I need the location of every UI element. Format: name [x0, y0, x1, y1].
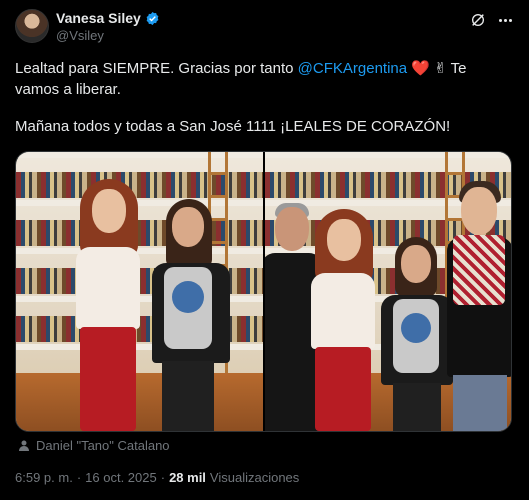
post-text-segment: Lealtad para SIEMPRE. Gracias por tanto [15, 60, 298, 77]
person-tag-icon [19, 440, 29, 451]
post-time[interactable]: 6:59 p. m. [15, 470, 73, 485]
meta-separator: · [160, 470, 166, 485]
post-line-3: Mañana todos y todas a San José 1111 ¡LE… [15, 118, 451, 135]
person-figure [379, 219, 455, 431]
grok-icon[interactable] [470, 12, 486, 28]
person-figure [303, 191, 383, 431]
post-text-segment: Te [446, 60, 467, 77]
person-figure [148, 181, 232, 431]
tweet-card: Vanesa Siley @Vsiley Lealtad para SIEMPR… [0, 0, 529, 500]
post-line-1: Lealtad para SIEMPRE. Gracias por tanto … [15, 58, 515, 79]
avatar[interactable] [15, 9, 49, 43]
author-handle[interactable]: @Vsiley [56, 28, 104, 43]
mention-link[interactable]: @CFKArgentina [298, 60, 407, 77]
verified-badge-icon [146, 11, 159, 25]
views-label: Visualizaciones [209, 470, 300, 485]
post-text: Lealtad para SIEMPRE. Gracias por tanto … [15, 58, 515, 137]
person-figure [445, 169, 511, 431]
person-figure [68, 169, 148, 431]
photo-1[interactable] [16, 152, 263, 431]
heart-emoji: ❤️ [411, 60, 430, 77]
views-count: 28 mil [169, 470, 206, 485]
author-name-row: Vanesa Siley [56, 10, 160, 26]
post-line-2: vamos a liberar. [15, 81, 121, 98]
victory-emoji: ✌ [434, 60, 447, 77]
tagged-user-name[interactable]: Daniel "Tano" Catalano [36, 438, 170, 453]
media-grid [15, 151, 512, 432]
post-date[interactable]: 16 oct. 2025 [85, 470, 157, 485]
author-display-name[interactable]: Vanesa Siley [56, 10, 141, 26]
tagged-user-row[interactable]: Daniel "Tano" Catalano [18, 438, 170, 453]
photo-2[interactable] [265, 152, 511, 431]
meta-separator: · [76, 470, 82, 485]
post-meta: 6:59 p. m. · 16 oct. 2025 · 28 mil Visua… [15, 470, 299, 485]
more-icon[interactable] [495, 10, 515, 30]
